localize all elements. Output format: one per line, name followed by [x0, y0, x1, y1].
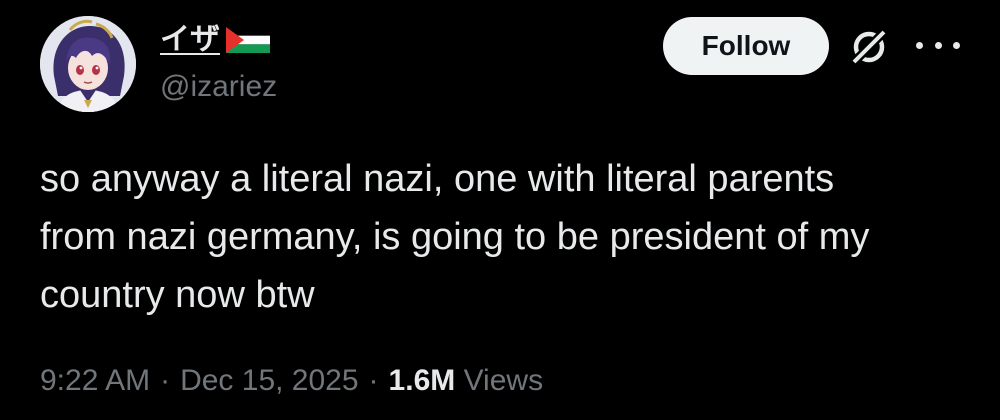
dot-icon	[916, 41, 923, 49]
palestine-flag-icon	[226, 27, 270, 53]
meta-separator: ·	[368, 364, 379, 397]
follow-button[interactable]: Follow	[663, 17, 829, 75]
meta-separator: ·	[160, 364, 171, 397]
tweet-text: so anyway a literal nazi, one with liter…	[40, 158, 870, 316]
author-handle[interactable]: @izariez	[160, 72, 277, 102]
dot-icon	[953, 41, 960, 49]
avatar[interactable]	[40, 16, 136, 112]
tweet-date[interactable]: Dec 15, 2025	[180, 364, 358, 398]
views[interactable]: 1.6M Views	[389, 364, 544, 398]
tweet-card: イザ @izariez Follow so anyway a literal n…	[0, 0, 1000, 420]
views-count: 1.6M	[388, 364, 456, 397]
tweet-time[interactable]: 9:22 AM	[40, 364, 150, 398]
more-options-icon[interactable]	[916, 32, 960, 58]
anime-character-avatar-icon	[40, 16, 136, 112]
dot-icon	[934, 41, 942, 49]
display-name[interactable]: イザ	[160, 25, 220, 55]
tweet-meta: 9:22 AM · Dec 15, 2025 · 1.6M Views	[40, 364, 543, 398]
author-name-row[interactable]: イザ	[160, 20, 270, 60]
views-label: Views	[463, 364, 544, 397]
grok-icon[interactable]	[846, 24, 892, 70]
